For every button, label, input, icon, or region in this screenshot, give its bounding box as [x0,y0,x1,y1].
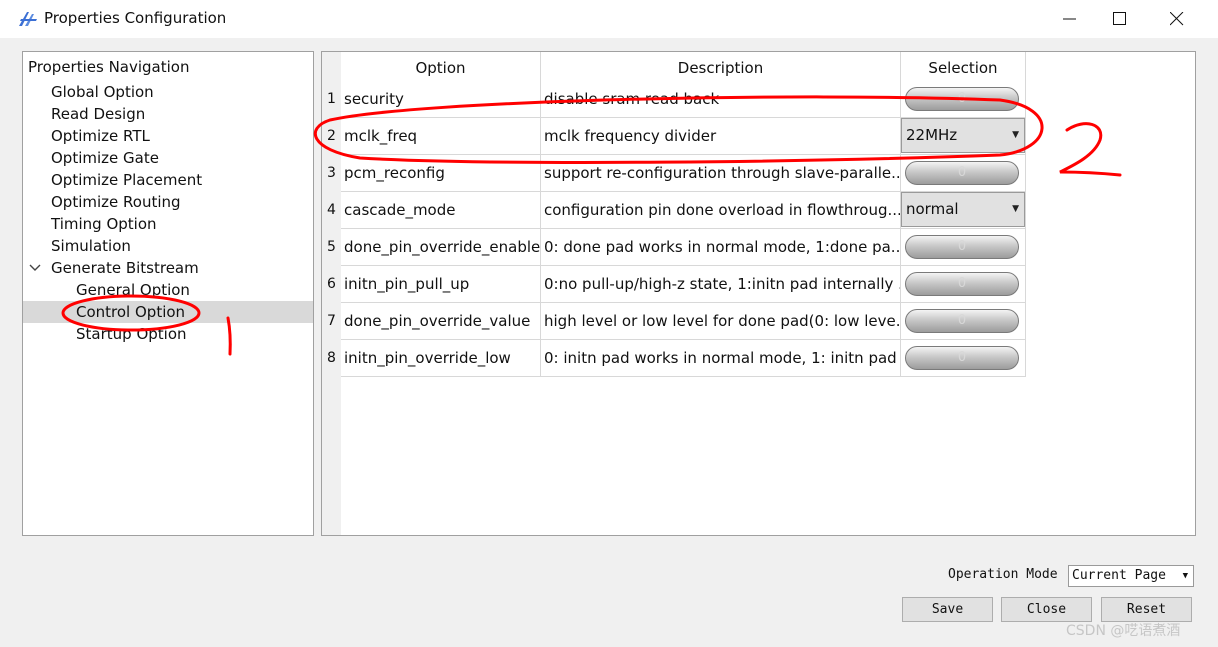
chevron-down-icon[interactable] [29,257,41,279]
close-window-button[interactable] [1152,0,1202,38]
option-cell[interactable]: mclk_freq [341,118,541,155]
row-number: 2 [322,118,341,155]
reset-button[interactable]: Reset [1101,597,1192,622]
cascade-mode-value: normal [906,200,959,218]
option-cell[interactable]: initn_pin_override_low [341,340,541,377]
close-button[interactable]: Close [1001,597,1092,622]
nav-item-optimize-placement[interactable]: Optimize Placement [51,169,202,191]
done-pin-override-enable-toggle[interactable]: 0 [905,235,1019,259]
options-table: Option Description Selection 1 security … [321,51,1196,536]
description-cell[interactable]: support re-configuration through slave-p… [541,155,901,192]
row-number: 6 [322,266,341,303]
row-number: 5 [322,229,341,266]
description-cell[interactable]: high level or low level for done pad(0: … [541,303,901,340]
row-number: 4 [322,192,341,229]
window-title: Properties Configuration [44,9,227,27]
dropdown-arrow-icon: ▼ [1012,204,1019,214]
nav-item-optimize-rtl[interactable]: Optimize RTL [51,125,150,147]
option-cell[interactable]: security [341,81,541,118]
nav-item-optimize-gate[interactable]: Optimize Gate [51,147,159,169]
selection-cell: 0 [901,303,1026,340]
initn-pin-pull-up-toggle[interactable]: 0 [905,272,1019,296]
minimize-button[interactable] [1045,0,1095,38]
dropdown-arrow-icon: ▼ [1012,130,1019,140]
description-cell[interactable]: disable sram read back [541,81,901,118]
row-number: 1 [322,81,341,118]
close-icon [1170,12,1184,26]
operation-mode-value: Current Page [1072,568,1166,583]
selection-cell: 0 [901,155,1026,192]
nav-item-control-option: Control Option [76,303,186,321]
selection-cell: 0 [901,340,1026,377]
nav-item-read-design[interactable]: Read Design [51,103,145,125]
app-logo-icon [19,12,37,26]
initn-pin-override-low-toggle[interactable]: 0 [905,346,1019,370]
minimize-icon [1063,18,1076,20]
cascade-mode-select[interactable]: normal ▼ [901,192,1025,227]
nav-item-timing-option[interactable]: Timing Option [51,213,157,235]
title-bar: Properties Configuration [0,0,1218,38]
selection-cell: 0 [901,81,1026,118]
done-pin-override-value-toggle[interactable]: 0 [905,309,1019,333]
nav-item-simulation[interactable]: Simulation [51,235,131,257]
option-cell[interactable]: done_pin_override_value [341,303,541,340]
option-cell[interactable]: done_pin_override_enable [341,229,541,266]
selection-cell: 0 [901,266,1026,303]
watermark: CSDN @呓语煮酒 [1066,623,1181,639]
properties-navigation-tree: Properties Navigation Global Option Read… [22,51,314,536]
nav-item-global-option[interactable]: Global Option [51,81,154,103]
option-cell[interactable]: initn_pin_pull_up [341,266,541,303]
selection-cell: 0 [901,229,1026,266]
nav-item-optimize-routing[interactable]: Optimize Routing [51,191,181,213]
row-number: 3 [322,155,341,192]
description-cell[interactable]: 0:no pull-up/high-z state, 1:initn pad i… [541,266,901,303]
row-number: 7 [322,303,341,340]
nav-item-startup-option[interactable]: Startup Option [76,323,187,345]
selection-cell: normal ▼ [901,192,1026,229]
security-toggle[interactable]: 0 [905,87,1019,111]
selection-cell: 22MHz ▼ [901,118,1026,155]
mclk-freq-select[interactable]: 22MHz ▼ [901,118,1025,153]
pcm-reconfig-toggle[interactable]: 0 [905,161,1019,185]
nav-header: Properties Navigation [28,58,190,76]
description-cell[interactable]: configuration pin done overload in flowt… [541,192,901,229]
option-cell[interactable]: cascade_mode [341,192,541,229]
save-button[interactable]: Save [902,597,993,622]
row-number: 8 [322,340,341,377]
operation-mode-label: Operation Mode [948,567,1058,582]
maximize-icon [1113,12,1126,25]
operation-mode-select[interactable]: Current Page ▼ [1068,565,1194,587]
option-cell[interactable]: pcm_reconfig [341,155,541,192]
dropdown-arrow-icon: ▼ [1182,571,1188,581]
maximize-button[interactable] [1095,0,1145,38]
mclk-freq-value: 22MHz [906,126,958,144]
description-cell[interactable]: 0: done pad works in normal mode, 1:done… [541,229,901,266]
nav-item-generate-bitstream[interactable]: Generate Bitstream [51,257,199,279]
description-cell[interactable]: 0: initn pad works in normal mode, 1: in… [541,340,901,377]
nav-item-general-option[interactable]: General Option [76,279,190,301]
nav-item-control-option-row[interactable]: Control Option [23,301,313,323]
description-cell[interactable]: mclk frequency divider [541,118,901,155]
